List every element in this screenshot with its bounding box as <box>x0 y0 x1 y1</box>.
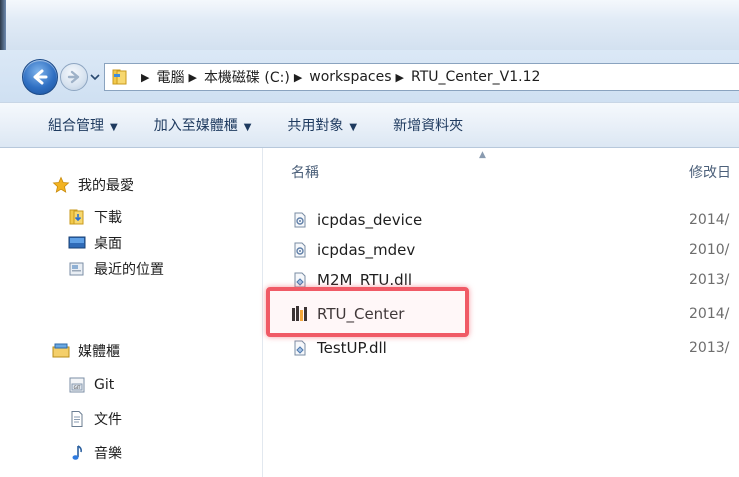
highlight-annotation-box <box>266 287 469 337</box>
file-date: 2014/ <box>689 212 730 228</box>
sort-ascending-icon: ▲ <box>479 150 486 160</box>
recent-places-icon <box>68 260 86 278</box>
recent-pages-dropdown[interactable] <box>89 69 101 85</box>
chevron-down-icon <box>90 74 100 81</box>
nav-git[interactable]: GIT Git <box>68 372 114 398</box>
nav-music-label: 音樂 <box>94 446 122 462</box>
dll-file-icon <box>291 339 309 357</box>
nav-desktop[interactable]: 桌面 <box>68 230 122 256</box>
config-file-icon <box>291 241 309 259</box>
music-icon <box>68 444 86 462</box>
new-folder-button[interactable]: 新增資料夾 <box>393 115 463 135</box>
chevron-down-icon: ▼ <box>243 122 252 133</box>
file-row[interactable]: TestUP.dll 2013/ <box>291 334 739 362</box>
nav-favorites[interactable]: 我的最愛 <box>52 172 134 198</box>
back-button[interactable] <box>22 59 58 95</box>
nav-music[interactable]: 音樂 <box>68 440 122 466</box>
nav-downloads-label: 下載 <box>94 210 122 226</box>
back-arrow-icon <box>33 69 48 85</box>
nav-documents-label: 文件 <box>94 412 122 428</box>
file-date: 2014/ <box>689 306 730 322</box>
share-with-button[interactable]: 共用對象 ▼ <box>287 115 357 135</box>
chevron-down-icon: ▼ <box>349 122 358 133</box>
crumb-separator-icon[interactable]: ▶ <box>294 71 302 84</box>
title-bar <box>0 0 739 50</box>
crumb-current-folder[interactable]: RTU_Center_V1.12 <box>411 69 540 85</box>
share-with-label: 共用對象 <box>287 118 344 134</box>
file-date: 2013/ <box>689 272 730 288</box>
documents-icon <box>68 410 86 428</box>
config-file-icon <box>291 211 309 229</box>
file-date: 2013/ <box>689 340 730 356</box>
include-in-library-button[interactable]: 加入至媒體櫃 ▼ <box>154 115 252 135</box>
file-date: 2010/ <box>689 242 730 258</box>
column-header-date-modified[interactable]: 修改日 <box>689 162 731 182</box>
file-name: icpdas_mdev <box>317 241 416 259</box>
libraries-icon <box>52 342 70 360</box>
address-bar[interactable]: ▶ 電腦 ▶ 本機磁碟 (C:) ▶ workspaces ▶ RTU_Cent… <box>104 63 739 91</box>
forward-button[interactable] <box>60 63 88 91</box>
file-row[interactable]: icpdas_mdev 2010/ <box>291 236 739 264</box>
file-row[interactable]: icpdas_device 2014/ <box>291 206 739 234</box>
nav-recent-label: 最近的位置 <box>94 262 164 278</box>
file-name: TestUP.dll <box>317 339 387 357</box>
crumb-computer[interactable]: 電腦 <box>156 67 184 87</box>
crumb-separator-icon[interactable]: ▶ <box>141 71 149 84</box>
navigation-pane: 我的最愛 下載 桌面 最近的位置 媒體櫃 GIT Git 文件 音樂 <box>0 148 262 477</box>
crumb-workspaces[interactable]: workspaces <box>309 69 391 85</box>
include-library-label: 加入至媒體櫃 <box>153 118 238 134</box>
explorer-window: ▶ 電腦 ▶ 本機磁碟 (C:) ▶ workspaces ▶ RTU_Cent… <box>0 0 739 477</box>
organize-label: 組合管理 <box>48 118 104 134</box>
svg-text:GIT: GIT <box>74 385 81 390</box>
nav-favorites-label: 我的最愛 <box>78 178 134 194</box>
nav-git-label: Git <box>94 377 115 393</box>
nav-desktop-label: 桌面 <box>94 236 122 252</box>
crumb-separator-icon[interactable]: ▶ <box>396 71 404 84</box>
nav-libraries-label: 媒體櫃 <box>78 344 120 360</box>
folder-icon <box>111 67 131 87</box>
organize-button[interactable]: 組合管理 ▼ <box>48 115 118 135</box>
file-name: icpdas_device <box>317 211 423 229</box>
nav-documents[interactable]: 文件 <box>68 406 122 432</box>
command-toolbar: 組合管理 ▼ 加入至媒體櫃 ▼ 共用對象 ▼ 新增資料夾 <box>0 102 739 148</box>
column-header-name[interactable]: 名稱 <box>291 162 319 182</box>
crumb-separator-icon[interactable]: ▶ <box>188 71 196 84</box>
forward-arrow-icon <box>67 70 80 84</box>
downloads-folder-icon <box>68 208 86 226</box>
chevron-down-icon: ▼ <box>110 122 118 133</box>
nav-libraries[interactable]: 媒體櫃 <box>52 338 120 364</box>
address-row: ▶ 電腦 ▶ 本機磁碟 (C:) ▶ workspaces ▶ RTU_Cent… <box>0 50 739 102</box>
crumb-local-disk[interactable]: 本機磁碟 (C:) <box>204 67 290 87</box>
desktop-icon <box>68 234 86 252</box>
nav-recent-places[interactable]: 最近的位置 <box>68 256 164 282</box>
window-edge <box>0 0 6 50</box>
nav-downloads[interactable]: 下載 <box>68 204 122 230</box>
git-library-icon: GIT <box>68 376 86 394</box>
star-icon <box>52 176 70 194</box>
